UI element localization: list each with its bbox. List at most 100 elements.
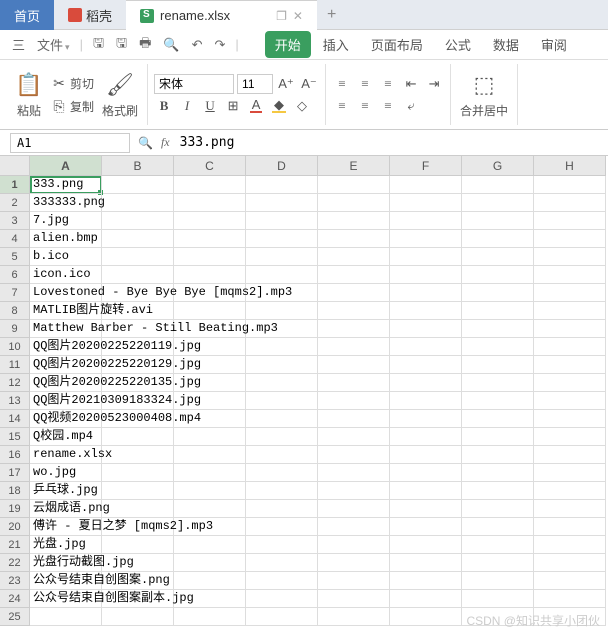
cell[interactable] [318, 338, 390, 356]
format-painter-button[interactable]: 🖌 格式刷 [99, 69, 141, 121]
cell[interactable] [174, 428, 246, 446]
cell[interactable] [318, 230, 390, 248]
cell[interactable] [246, 446, 318, 464]
cell[interactable] [462, 176, 534, 194]
cell[interactable] [174, 194, 246, 212]
cell[interactable] [246, 500, 318, 518]
tab-window-restore-icon[interactable]: ❐ [276, 9, 287, 23]
cell[interactable] [318, 464, 390, 482]
align-center-button[interactable]: ≡ [355, 96, 375, 116]
ribbon-tab-data[interactable]: 数据 [483, 31, 529, 58]
row-header[interactable]: 16 [0, 446, 30, 464]
cell[interactable] [390, 518, 462, 536]
tab-home[interactable]: 首页 [0, 0, 54, 30]
cell[interactable] [102, 482, 174, 500]
cell[interactable] [462, 266, 534, 284]
cell[interactable] [534, 554, 606, 572]
cell[interactable] [534, 500, 606, 518]
cell[interactable] [318, 572, 390, 590]
cell[interactable] [246, 464, 318, 482]
column-header-B[interactable]: B [102, 156, 174, 176]
cell[interactable] [390, 338, 462, 356]
cell[interactable]: QQ图片20200225220135.jpg [30, 374, 102, 392]
tab-close-icon[interactable]: ✕ [293, 9, 303, 23]
spreadsheet-grid[interactable]: ABCDEFGH 1234567891011121314151617181920… [0, 156, 608, 633]
cell[interactable] [390, 320, 462, 338]
cell[interactable] [246, 302, 318, 320]
cell[interactable]: wo.jpg [30, 464, 102, 482]
cell[interactable] [246, 410, 318, 428]
row-header[interactable]: 6 [0, 266, 30, 284]
cell[interactable] [318, 536, 390, 554]
menu-button[interactable]: 三 [8, 33, 29, 56]
column-header-C[interactable]: C [174, 156, 246, 176]
cell[interactable]: 333.png [30, 176, 102, 194]
cell[interactable] [102, 194, 174, 212]
cell[interactable] [390, 392, 462, 410]
cell[interactable] [390, 608, 462, 626]
cell[interactable] [534, 320, 606, 338]
row-header[interactable]: 18 [0, 482, 30, 500]
border-button[interactable]: ⊞ [223, 96, 243, 116]
cell[interactable] [390, 230, 462, 248]
file-menu[interactable]: 文件▾ [33, 33, 74, 56]
cell[interactable]: Lovestoned - Bye Bye Bye [mqms2].mp3 [30, 284, 102, 302]
cell[interactable] [462, 482, 534, 500]
cell[interactable] [534, 572, 606, 590]
clear-format-button[interactable]: ◇ [292, 96, 312, 116]
cell[interactable] [246, 374, 318, 392]
cell[interactable] [174, 464, 246, 482]
cell[interactable] [102, 536, 174, 554]
cell[interactable] [534, 284, 606, 302]
cell[interactable] [462, 194, 534, 212]
cell[interactable]: 7.jpg [30, 212, 102, 230]
cell[interactable] [462, 338, 534, 356]
align-left-button[interactable]: ≡ [332, 96, 352, 116]
cell[interactable] [102, 500, 174, 518]
row-header[interactable]: 17 [0, 464, 30, 482]
cell[interactable] [390, 212, 462, 230]
ribbon-tab-formula[interactable]: 公式 [435, 31, 481, 58]
cell[interactable] [102, 230, 174, 248]
cell[interactable]: 云烟成语.png [30, 500, 102, 518]
cell[interactable] [246, 212, 318, 230]
row-header[interactable]: 20 [0, 518, 30, 536]
row-header[interactable]: 19 [0, 500, 30, 518]
cell[interactable] [462, 554, 534, 572]
row-header[interactable]: 9 [0, 320, 30, 338]
column-header-H[interactable]: H [534, 156, 606, 176]
indent-decrease-button[interactable]: ⇤ [401, 74, 421, 94]
row-header[interactable]: 2 [0, 194, 30, 212]
cell[interactable] [534, 176, 606, 194]
cell[interactable] [462, 320, 534, 338]
cell[interactable] [246, 266, 318, 284]
cell[interactable] [462, 608, 534, 626]
decrease-font-button[interactable]: A⁻ [299, 74, 319, 94]
row-header[interactable]: 3 [0, 212, 30, 230]
cell[interactable]: b.ico [30, 248, 102, 266]
cell[interactable] [462, 212, 534, 230]
cell[interactable] [318, 428, 390, 446]
cell[interactable] [462, 356, 534, 374]
cell[interactable] [390, 374, 462, 392]
cell[interactable] [534, 518, 606, 536]
row-header[interactable]: 21 [0, 536, 30, 554]
cell[interactable]: Matthew Barber - Still Beating.mp3 [30, 320, 102, 338]
cell[interactable] [246, 338, 318, 356]
cell[interactable] [462, 302, 534, 320]
font-name-select[interactable] [154, 74, 234, 94]
cell[interactable] [246, 536, 318, 554]
cell[interactable] [534, 356, 606, 374]
cell[interactable] [174, 500, 246, 518]
cell[interactable]: alien.bmp [30, 230, 102, 248]
cell[interactable] [462, 446, 534, 464]
paste-button[interactable]: 📋 粘贴 [12, 69, 46, 121]
column-header-D[interactable]: D [246, 156, 318, 176]
cell[interactable] [246, 482, 318, 500]
cell[interactable] [246, 194, 318, 212]
cell[interactable] [318, 590, 390, 608]
cell[interactable]: 公众号结束自创图案.png [30, 572, 102, 590]
cell[interactable]: icon.ico [30, 266, 102, 284]
cell[interactable]: QQ图片20210309183324.jpg [30, 392, 102, 410]
cell[interactable] [534, 212, 606, 230]
